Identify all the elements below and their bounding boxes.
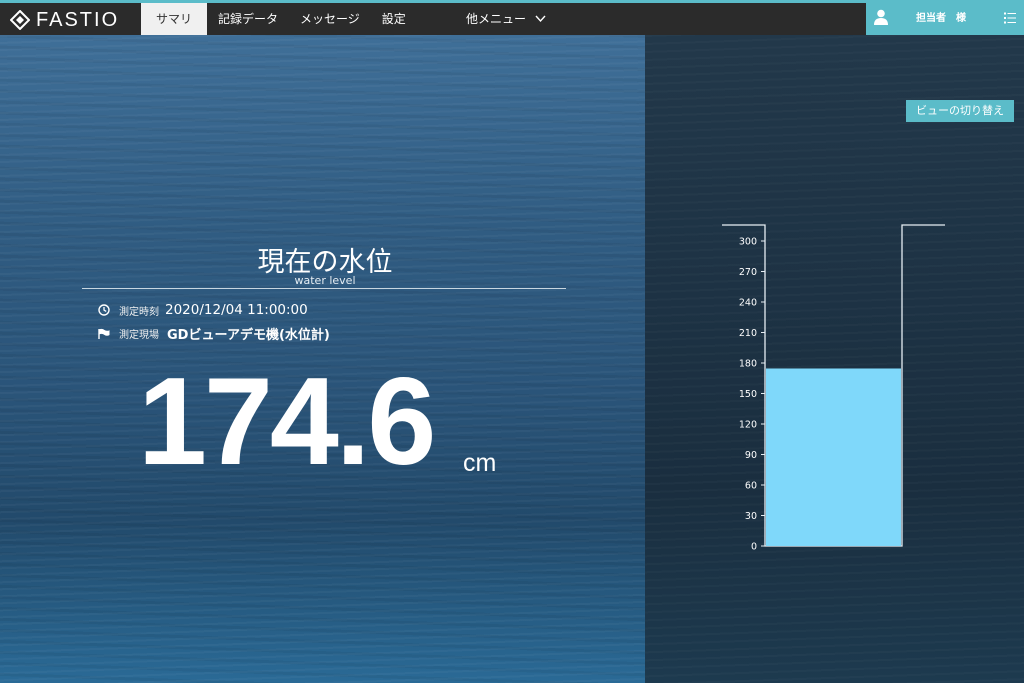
water-level-bar xyxy=(766,368,901,546)
main-nav: サマリー 記録データ メッセージ 設定 xyxy=(141,3,417,58)
logo[interactable]: FASTIO xyxy=(10,6,119,34)
y-tick-label: 90 xyxy=(745,450,757,461)
water-level-value: 174.6 xyxy=(138,353,436,491)
nav-summary[interactable]: サマリー xyxy=(141,3,207,58)
chevron-down-icon xyxy=(535,15,546,23)
diamond-logo-icon xyxy=(10,10,30,30)
nav-records[interactable]: 記録データ xyxy=(207,3,289,35)
nav-messages[interactable]: メッセージ xyxy=(289,3,371,35)
nav-settings[interactable]: 設定 xyxy=(371,3,417,35)
user-icon xyxy=(874,9,888,25)
y-tick-label: 120 xyxy=(739,420,757,431)
time-label: 測定時刻 xyxy=(119,306,159,318)
site-value: GDビューアデモ機(水位計) xyxy=(167,328,330,343)
water-level-chart: 0 30 60 90 120 150 180 210 240 270 300 xyxy=(722,224,945,553)
user-name: 担当者 様 xyxy=(916,13,966,24)
y-tick-label: 60 xyxy=(745,481,757,492)
clock-icon xyxy=(98,304,110,316)
y-tick-label: 30 xyxy=(745,511,757,522)
y-tick-label: 0 xyxy=(751,542,757,553)
water-level-unit: cm xyxy=(463,449,497,477)
other-menu-dropdown[interactable]: 他メニュー xyxy=(466,3,546,35)
y-tick-label: 240 xyxy=(739,298,757,309)
logo-text: FASTIO xyxy=(36,8,120,31)
other-menu-label: 他メニュー xyxy=(466,12,527,26)
y-tick-label: 150 xyxy=(739,389,757,400)
y-tick-label: 270 xyxy=(739,267,757,278)
y-tick-label: 210 xyxy=(739,328,757,339)
site-label: 測定現場 xyxy=(119,330,159,341)
title-divider xyxy=(82,288,566,289)
measurement-time-row: 測定時刻 2020/12/04 11:00:00 xyxy=(98,302,308,318)
flag-icon xyxy=(98,328,110,339)
y-tick-label: 300 xyxy=(739,237,757,248)
user-panel[interactable]: 担当者 様 xyxy=(866,3,1024,35)
y-tick-label: 180 xyxy=(739,359,757,370)
top-bar: FASTIO サマリー 記録データ メッセージ 設定 他メニュー 担当者 様 xyxy=(0,0,1024,58)
page-subtitle: water level xyxy=(294,274,356,287)
list-icon[interactable] xyxy=(1004,12,1016,24)
time-value: 2020/12/04 11:00:00 xyxy=(165,302,308,318)
measurement-site-row: 測定現場 GDビューアデモ機(水位計) xyxy=(98,324,330,343)
